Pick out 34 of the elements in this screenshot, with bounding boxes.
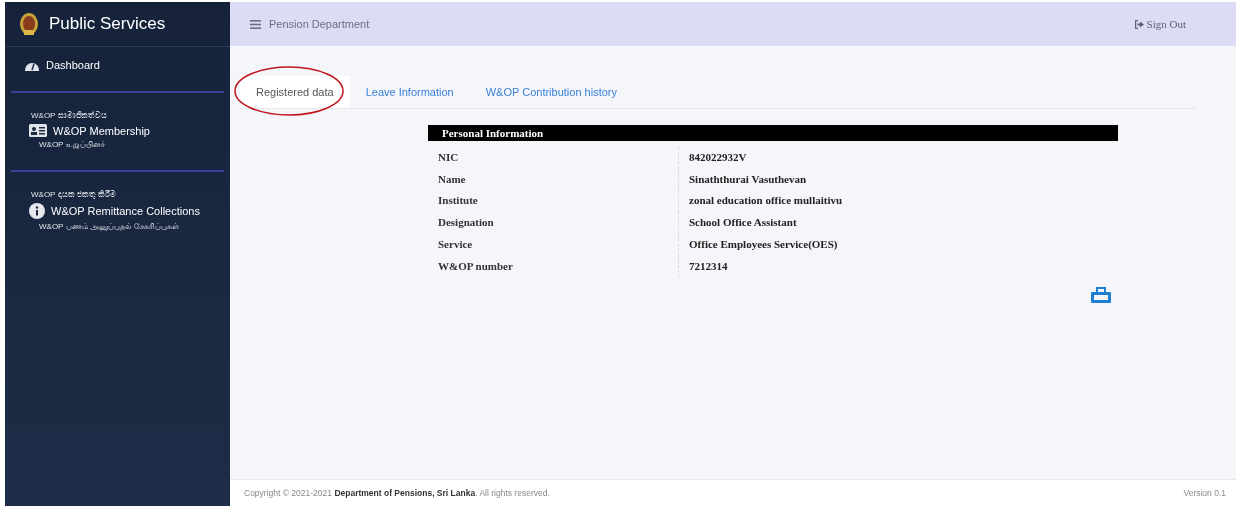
sidebar-item[interactable]: W&OP Membership	[29, 124, 220, 137]
tamil-label: W&OP உறுப்பினர்	[38, 140, 106, 150]
section-header: Personal Information	[428, 125, 1118, 141]
sign-out-link[interactable]: Sign Out	[1133, 18, 1186, 30]
field-value: Office Employees Service(OES)	[678, 233, 1118, 256]
sidebar-item[interactable]: Dashboard	[5, 47, 230, 83]
sinhala-label: W&OP සාමාජිකත්වය	[31, 111, 108, 121]
emblem-icon	[19, 12, 39, 36]
field-label: Name	[437, 171, 467, 187]
menu-icon[interactable]	[250, 19, 261, 29]
field-value: 842022932V	[678, 147, 1118, 169]
tab[interactable]: Leave Information	[349, 76, 470, 108]
field-value: Sinaththurai Vasuthevan	[678, 168, 1118, 191]
brand-title: Public Services	[49, 14, 166, 34]
tamil-label: W&OP பணம் அனுப்புதல் சேகரிப்புகள்	[38, 222, 180, 232]
field-value: zonal education office mullaitivu	[678, 190, 1118, 213]
info-icon	[29, 203, 45, 219]
field-label: Designation	[437, 215, 495, 231]
field-value: School Office Assistant	[678, 212, 1118, 234]
page-title: Pension Department	[269, 18, 371, 30]
field-value: 7212314	[678, 255, 1118, 278]
printer-icon[interactable]	[1091, 287, 1111, 304]
sign-out-icon	[1133, 19, 1144, 29]
version-label: Version 0.1	[1183, 488, 1226, 498]
tab[interactable]: Registered data	[240, 76, 350, 108]
field-label: W&OP number	[437, 258, 514, 274]
copyright-text: Copyright © 2021-2021 Department of Pensions, Sri Lanka. All rights reserved.	[244, 488, 550, 498]
id-card-icon	[29, 124, 47, 137]
sidebar-item[interactable]: W&OP Remittance Collections	[29, 203, 220, 219]
field-label: Institute	[437, 193, 479, 209]
field-label: Service	[437, 236, 474, 252]
field-label: NIC	[437, 150, 460, 165]
tab[interactable]: W&OP Contribution history	[469, 76, 633, 108]
sinhala-label: W&OP දායක එකතු කිරීම	[31, 190, 117, 200]
